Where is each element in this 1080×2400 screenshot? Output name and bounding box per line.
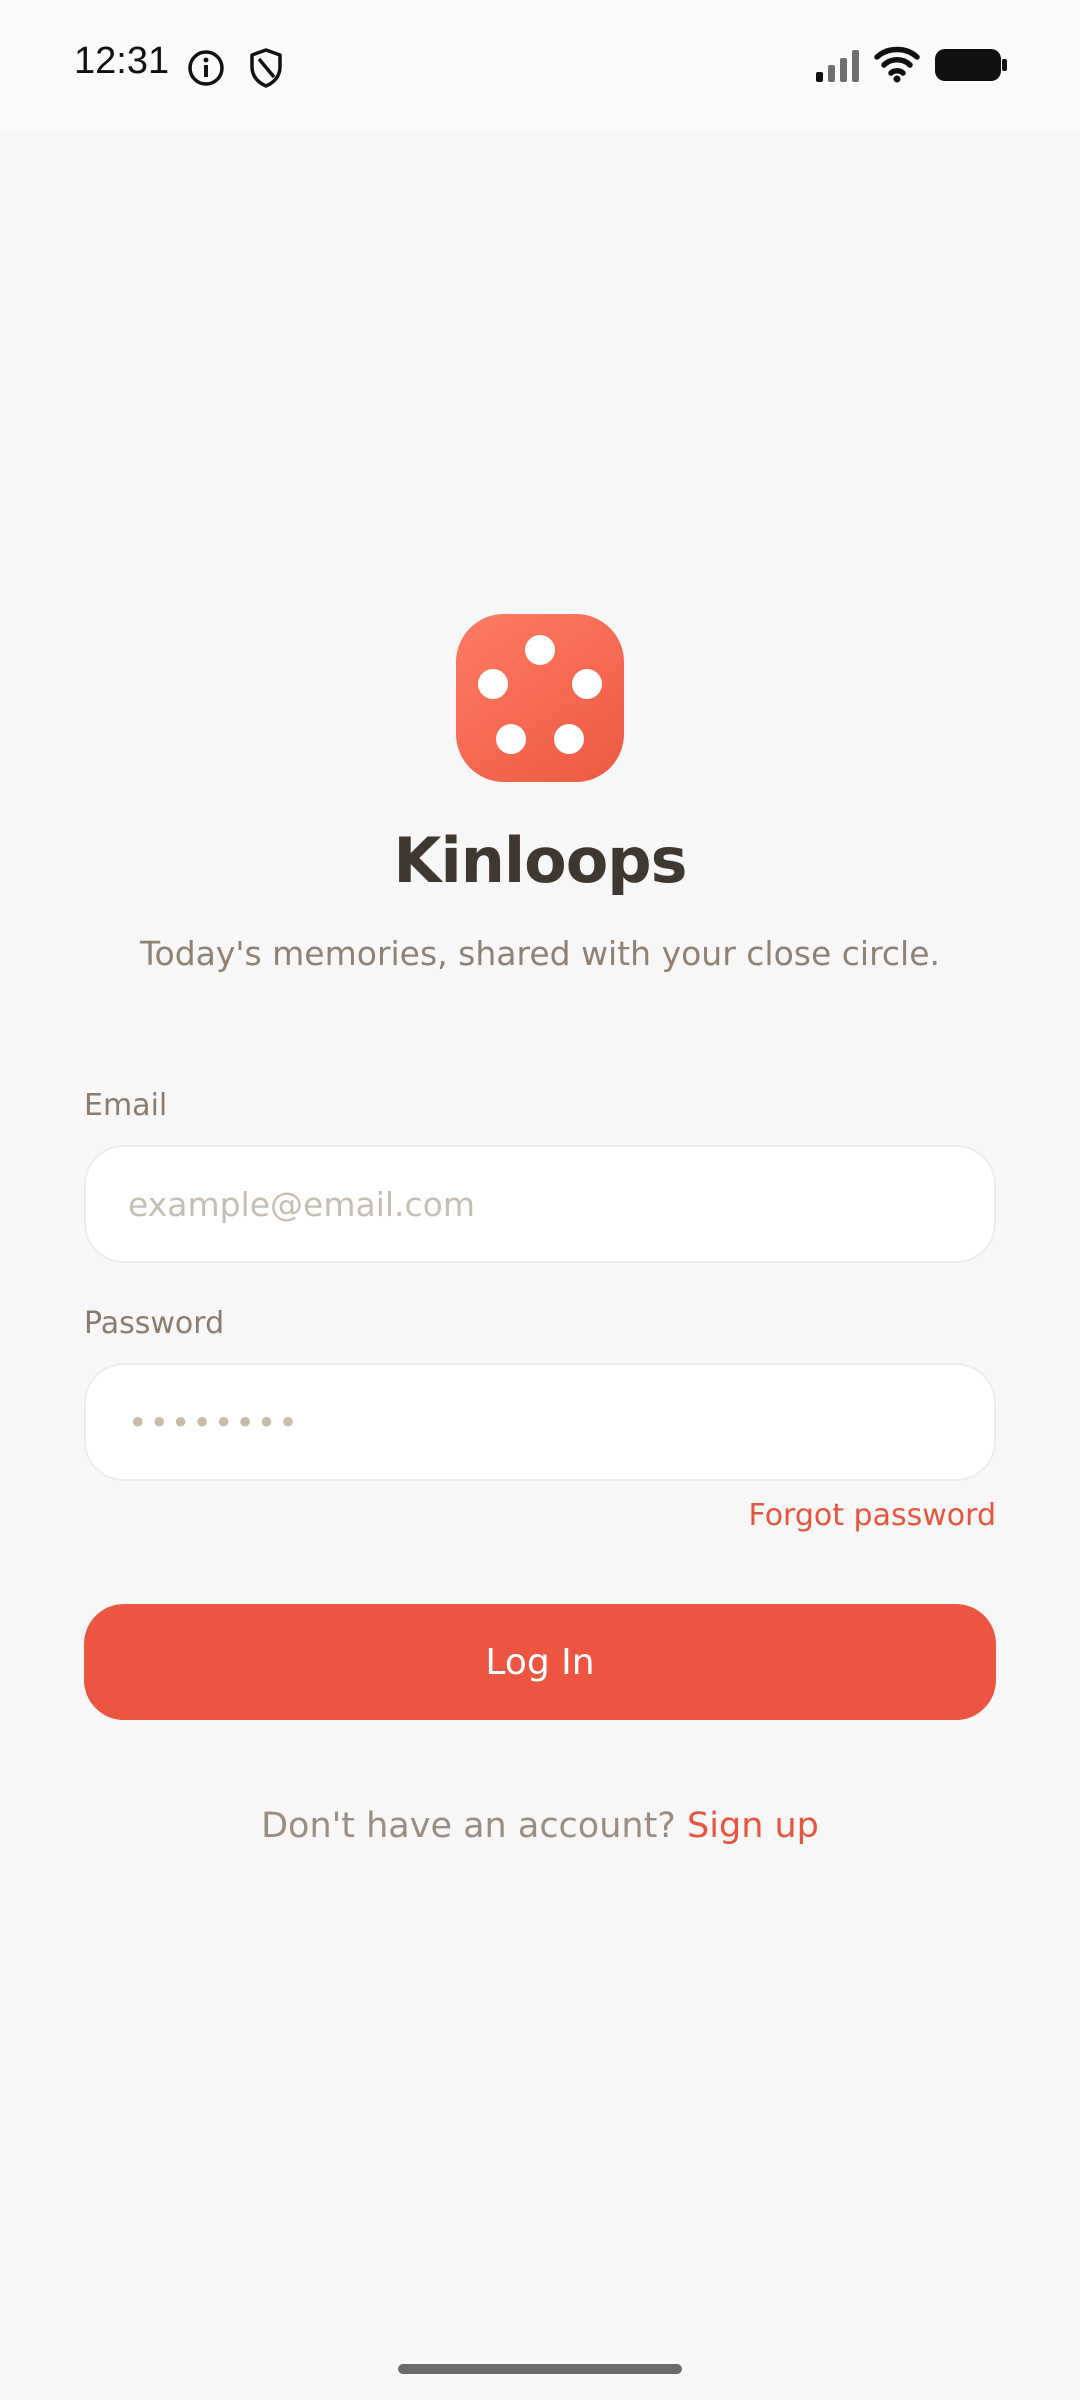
status-bar: 12:31 (0, 0, 1080, 132)
signup-prompt-text: Don't have an account? (261, 1806, 676, 1846)
logo-dot (496, 724, 526, 754)
five-dots-logo-icon (456, 614, 624, 782)
home-indicator[interactable] (398, 2364, 682, 2374)
app-title: Kinloops (393, 824, 687, 897)
status-time: 12:31 (74, 40, 170, 82)
login-button[interactable]: Log In (84, 1604, 996, 1720)
app-tagline: Today's memories, shared with your close… (139, 934, 941, 973)
info-icon (188, 50, 224, 86)
logo-dot (525, 635, 555, 665)
sign-up-link[interactable]: Sign up (687, 1806, 819, 1846)
forgot-password-link[interactable]: Forgot password (749, 1498, 996, 1533)
signup-prompt-line: Don't have an account? Sign up (0, 1806, 1080, 1846)
login-screen: 12:31 Kinloops Today's memories, shared … (0, 0, 1080, 2400)
email-label: Email (84, 1088, 168, 1123)
password-label: Password (84, 1306, 225, 1341)
wifi-icon (874, 46, 920, 83)
logo-dot (478, 669, 508, 699)
logo-dot (572, 669, 602, 699)
logo-dot (554, 724, 584, 754)
battery-icon (935, 49, 1007, 81)
signal-icon (816, 50, 859, 82)
shield-icon (250, 48, 282, 88)
email-field[interactable] (84, 1145, 996, 1263)
password-field[interactable] (84, 1363, 996, 1481)
